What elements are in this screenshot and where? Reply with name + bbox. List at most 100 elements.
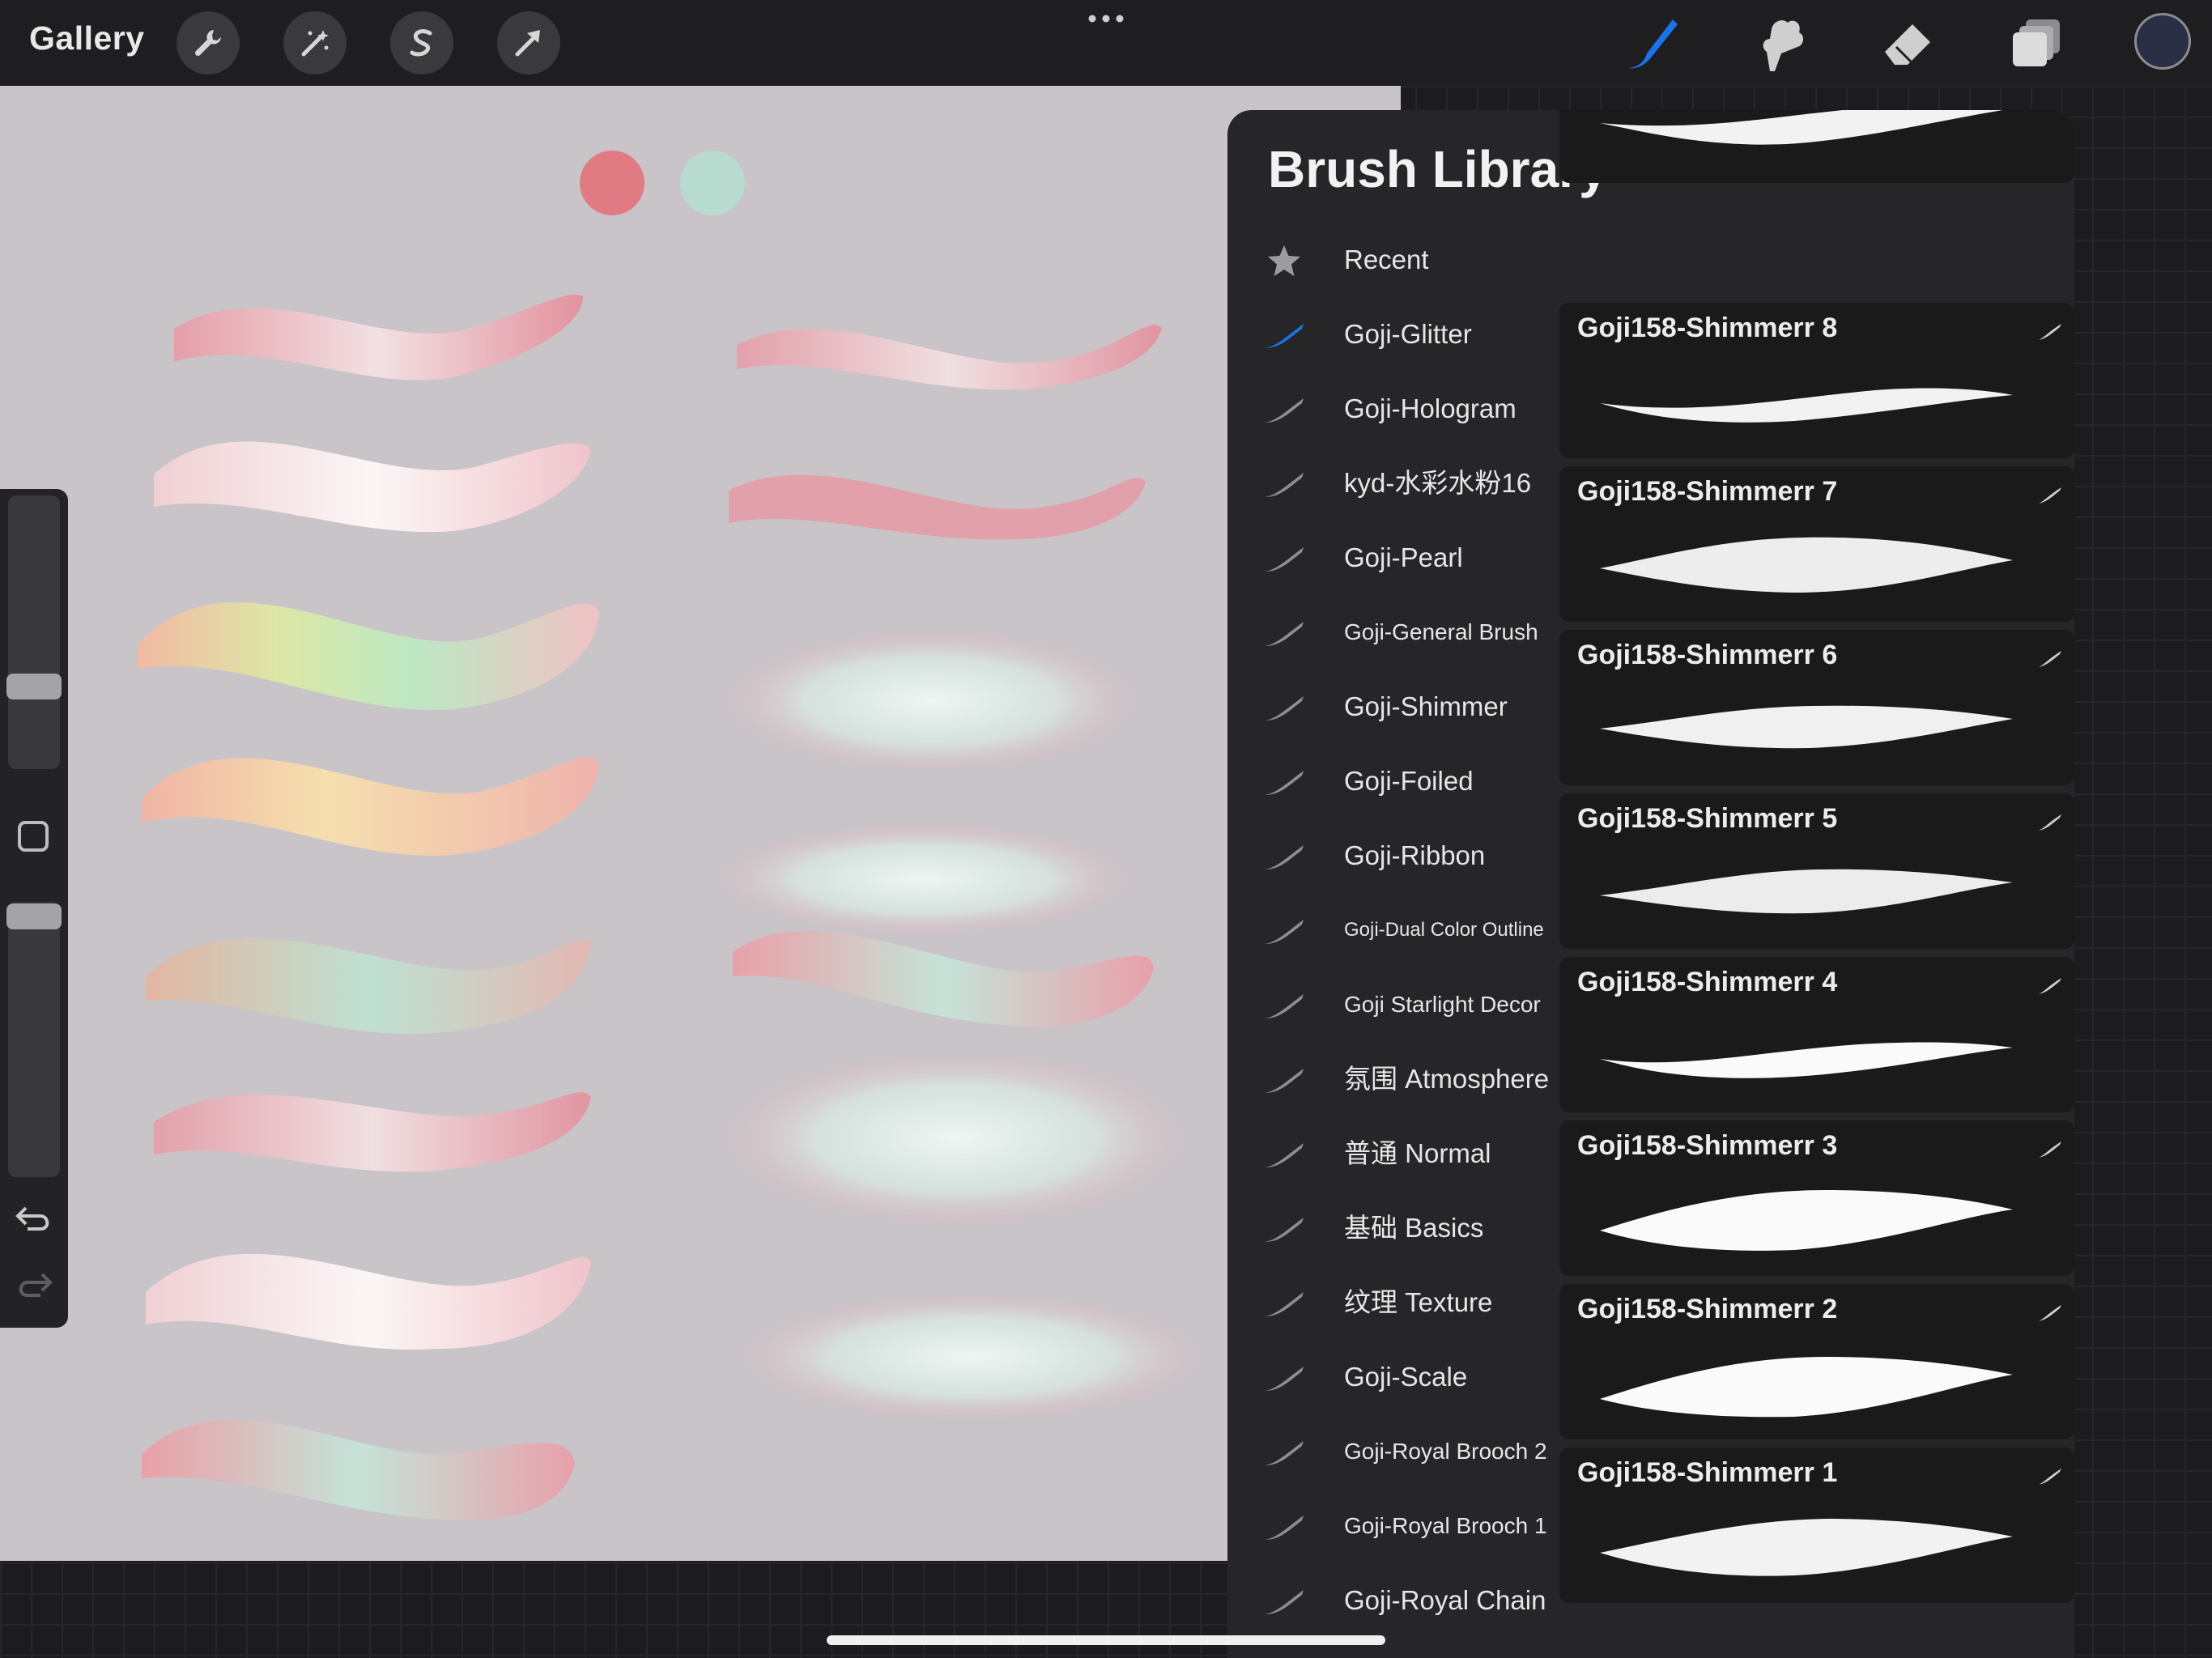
brush-stroke-icon: [1265, 473, 1304, 497]
brush-stroke-icon: [1265, 1069, 1304, 1093]
brush-preview: [1600, 1357, 2013, 1418]
brush-set-goji-pearl[interactable]: Goji-Pearl: [1227, 521, 1559, 594]
brush-set-label: Goji-General Brush: [1344, 619, 1538, 644]
brush-preview: [1600, 1519, 2013, 1576]
brush-stroke-icon: [2039, 814, 2061, 831]
brush-set-goji-royal-brooch-1[interactable]: Goji-Royal Brooch 1: [1227, 1490, 1559, 1562]
brush-stroke-icon: [2039, 487, 2061, 504]
smudge-icon[interactable]: [1752, 15, 1810, 73]
brush-stroke-icon: [1265, 920, 1304, 944]
brush-card[interactable]: Goji158-Shimmerr 2: [1559, 1284, 2074, 1439]
brush-icon[interactable]: [1624, 15, 1682, 73]
transform-button[interactable]: [497, 11, 560, 74]
brush-stroke-icon: [2039, 1469, 2061, 1485]
brush-preview: [1600, 705, 2013, 749]
brush-set-goji-royal-chain[interactable]: Goji-Royal Chain: [1227, 1564, 1559, 1637]
brush-card[interactable]: Goji158-Shimmerr 8: [1559, 303, 2074, 458]
brush-stroke-icon: [2039, 1141, 2061, 1158]
brush-set-recent[interactable]: Recent: [1227, 223, 1559, 296]
brush-name: Goji158-Shimmerr 7: [1577, 476, 1838, 507]
adjustments-button[interactable]: [283, 11, 347, 74]
brush-set-label: Goji-Pearl: [1344, 542, 1463, 572]
top-toolbar: Gallery: [0, 0, 2212, 86]
brush-name: Goji158-Shimmerr 4: [1577, 967, 1838, 997]
brush-set-goji-dual-color-outline[interactable]: Goji-Dual Color Outline: [1227, 894, 1559, 967]
magic-wand-icon: [301, 30, 329, 57]
redo-icon[interactable]: [15, 1268, 53, 1300]
brush-set-label: Goji-Scale: [1344, 1362, 1468, 1392]
brush-stroke-icon: [1265, 845, 1304, 869]
brush-set-label: kyd-水彩水粉16: [1344, 468, 1532, 498]
brush-set-atmosphere[interactable]: 氛围 Atmosphere: [1227, 1043, 1559, 1116]
brush-stroke-samples: [138, 295, 1206, 1521]
brush-card[interactable]: Goji158-Shimmerr 6: [1559, 630, 2074, 785]
brush-size-slider[interactable]: [8, 495, 60, 769]
brush-set-label: Goji-Ribbon: [1344, 840, 1486, 870]
brush-set-label: Goji-Dual Color Outline: [1344, 919, 1544, 941]
brush-set-goji-royal-brooch-2[interactable]: Goji-Royal Brooch 2: [1227, 1415, 1559, 1488]
brush-set-normal[interactable]: 普通 Normal: [1227, 1117, 1559, 1190]
color-picker-button[interactable]: [2134, 13, 2191, 70]
brush-stroke-icon: [1265, 771, 1304, 795]
brush-set-label: Goji Starlight Decor: [1344, 992, 1541, 1017]
brush-set-label: Goji-Hologram: [1344, 393, 1516, 423]
brush-set-goji-scale[interactable]: Goji-Scale: [1227, 1341, 1559, 1414]
brush-stroke-icon: [2039, 651, 2061, 667]
undo-icon[interactable]: [15, 1201, 53, 1234]
brush-set-texture[interactable]: 纹理 Texture: [1227, 1266, 1559, 1339]
brush-set-label: 纹理 Texture: [1344, 1287, 1493, 1317]
transform-arrow-icon: [515, 30, 540, 57]
layers-icon[interactable]: [2008, 15, 2066, 73]
brush-card[interactable]: Goji158-Shimmerr 3: [1559, 1120, 2074, 1276]
brush-set-goji-glitter[interactable]: Goji-Glitter: [1227, 298, 1559, 371]
brush-stroke-icon: [1265, 324, 1304, 348]
home-indicator[interactable]: [827, 1635, 1385, 1645]
brush-preview: [1600, 869, 2013, 914]
brush-preview: [1600, 1190, 2013, 1251]
selection-button[interactable]: [390, 11, 453, 74]
brush-set-goji-ribbon[interactable]: Goji-Ribbon: [1227, 819, 1559, 892]
brush-set-kyd[interactable]: kyd-水彩水粉16: [1227, 447, 1559, 520]
opacity-handle[interactable]: [6, 903, 62, 929]
brush-stroke-icon: [1265, 994, 1304, 1018]
brush-name: Goji158-Shimmerr 1: [1577, 1457, 1838, 1488]
brush-preview: [1600, 1042, 2013, 1078]
brush-preview: [1600, 388, 2013, 423]
eraser-icon[interactable]: [1880, 15, 1938, 73]
brush-card[interactable]: Goji158-Shimmerr 4: [1559, 957, 2074, 1112]
brush-set-label: Goji-Foiled: [1344, 766, 1474, 796]
selection-s-icon: [410, 29, 432, 57]
wrench-icon: [194, 30, 221, 57]
opacity-slider[interactable]: [8, 902, 60, 1177]
brush-card[interactable]: Goji158-Shimmerr 1: [1559, 1448, 2074, 1603]
brush-stroke-icon: [1265, 622, 1304, 646]
brush-card[interactable]: Goji158-Shimmerr 7: [1559, 466, 2074, 622]
actions-button[interactable]: [177, 11, 240, 74]
brush-name: Goji158-Shimmerr 6: [1577, 640, 1838, 670]
brush-card[interactable]: [1559, 110, 2074, 183]
modify-button[interactable]: [18, 821, 49, 852]
brush-name: Goji158-Shimmerr 3: [1577, 1130, 1838, 1161]
brush-stroke-icon: [2039, 978, 2061, 994]
brush-stroke-icon: [1265, 1441, 1304, 1465]
brush-set-goji-hologram[interactable]: Goji-Hologram: [1227, 372, 1559, 445]
brush-set-goji-starlight-decor[interactable]: Goji Starlight Decor: [1227, 968, 1559, 1041]
brush-set-goji-general-brush[interactable]: Goji-General Brush: [1227, 596, 1559, 669]
brush-set-label: 氛围 Atmosphere: [1344, 1064, 1550, 1094]
brush-set-goji-foiled[interactable]: Goji-Foiled: [1227, 745, 1559, 818]
more-options-icon[interactable]: [1088, 15, 1124, 23]
brush-set-goji-shimmer[interactable]: Goji-Shimmer: [1227, 670, 1559, 743]
brush-stroke-icon: [1265, 1516, 1304, 1540]
brush-stroke-icon: [1265, 1292, 1304, 1316]
gallery-button[interactable]: Gallery: [29, 19, 145, 57]
brush-set-basics[interactable]: 基础 Basics: [1227, 1192, 1559, 1265]
brush-set-label: 基础 Basics: [1344, 1213, 1484, 1243]
brush-stroke-icon: [2039, 1305, 2061, 1321]
brush-card[interactable]: Goji158-Shimmerr 5: [1559, 793, 2074, 949]
panel-title: Brush Library: [1268, 140, 1608, 198]
brush-size-handle[interactable]: [6, 674, 62, 699]
brush-preview: [1600, 110, 2003, 145]
brush-stroke-icon: [1265, 1590, 1304, 1614]
drawing-canvas[interactable]: [0, 86, 1401, 1561]
brush-set-label: Goji-Royal Chain: [1344, 1585, 1546, 1615]
